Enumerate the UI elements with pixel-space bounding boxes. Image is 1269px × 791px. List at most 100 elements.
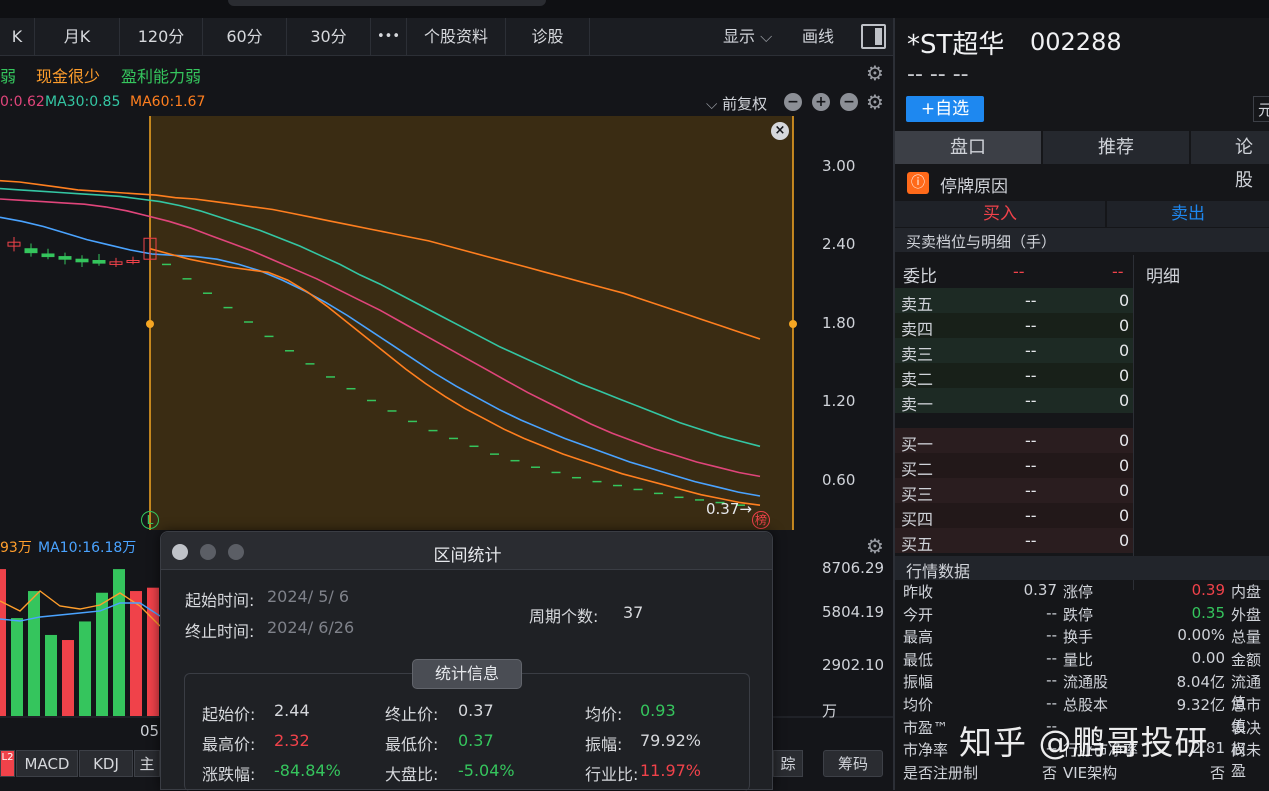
md-label: 今开 — [903, 605, 934, 624]
chip-button[interactable]: 筹码 — [823, 750, 883, 777]
tab-l2[interactable]: L2 — [0, 750, 15, 777]
orderbook-row[interactable]: 买二 -- 0 — [895, 453, 1133, 479]
collapse-icon[interactable]: − — [840, 93, 858, 111]
md-label: 总股本 — [1063, 696, 1109, 714]
level-price: -- — [1025, 341, 1037, 360]
tag-low-cash[interactable]: 现金很少 — [36, 63, 100, 87]
market-data-title: 行情数据 — [906, 562, 971, 581]
panel-divider — [893, 18, 895, 790]
volume-bar — [147, 587, 159, 716]
tag-weak[interactable]: 弱 — [0, 63, 16, 87]
tab-120min[interactable]: 120分 — [120, 18, 203, 56]
orderbook-row[interactable]: 买三 -- 0 — [895, 478, 1133, 504]
ma20-label: 0:0.62 — [0, 94, 45, 110]
volume-bar — [79, 621, 91, 716]
dialog-titlebar[interactable]: 区间统计 — [161, 532, 772, 570]
tab-macd[interactable]: MACD — [16, 750, 78, 777]
orderbook-title: 买卖档位与明细（手） — [906, 233, 1057, 251]
md-label: 跌停 — [1063, 605, 1094, 624]
level-volume: 0 — [1119, 431, 1130, 450]
tab-kdj[interactable]: KDJ — [79, 750, 133, 777]
weibi-ratio: -- — [1112, 262, 1124, 281]
tag-weak-profit[interactable]: 盈利能力弱 — [121, 63, 201, 87]
fuquan-dropdown[interactable]: ⌵ 前复权 — [706, 93, 767, 114]
level-volume: 0 — [1119, 391, 1130, 410]
buy-levels: 买一 -- 0 买二 -- 0 买三 -- 0 买四 -- 0 买五 -- 0 — [895, 428, 1133, 554]
tab-monthly-k[interactable]: 月K — [35, 18, 120, 56]
orderbook-row[interactable]: 卖一 -- 0 — [895, 388, 1133, 414]
show-label: 显示 — [723, 27, 756, 46]
orderbook-row[interactable]: 卖三 -- 0 — [895, 338, 1133, 364]
level-volume: 0 — [1119, 341, 1130, 360]
md-value: 0.37 — [1023, 581, 1057, 599]
tag-row: 弱 现金很少 盈利能力弱 ⚙ — [0, 58, 893, 88]
tab-30min[interactable]: 30分 — [287, 18, 371, 56]
gear-icon[interactable]: ⚙ — [866, 90, 884, 114]
tab-k[interactable]: K — [0, 18, 35, 56]
suspend-reason[interactable]: 停牌原因 — [940, 172, 1008, 197]
orderbook-row[interactable]: 买四 -- 0 — [895, 503, 1133, 529]
stat-value: 11.97% — [640, 761, 702, 780]
selection-region — [150, 116, 793, 530]
buy-button[interactable]: 买入 — [895, 201, 1105, 227]
level-price: -- — [1025, 531, 1037, 550]
stat-label: 大盘比: — [385, 765, 439, 784]
show-dropdown[interactable]: 显示 ⌵ — [723, 18, 772, 56]
tab-diagnose[interactable]: 诊股 — [506, 18, 590, 56]
md-label: 量比 — [1063, 650, 1094, 669]
tab-stock-info[interactable]: 个股资料 — [407, 18, 506, 56]
level-label: 买三 — [901, 485, 934, 504]
draw-line-button[interactable]: 画线 — [802, 18, 834, 56]
level-label: 卖二 — [901, 370, 934, 389]
last-price-label: 0.37→ — [706, 500, 752, 518]
tab-recommend[interactable]: 推荐 — [1043, 131, 1189, 164]
zoom-in-icon[interactable]: + — [812, 93, 830, 111]
md-label: 尚未盈 — [1231, 741, 1262, 781]
volume-legend: 93万 — [0, 540, 32, 556]
level-price: -- — [1025, 316, 1037, 335]
tab-60min[interactable]: 60分 — [203, 18, 287, 56]
md-label: 外盘 — [1231, 605, 1262, 624]
candle — [24, 248, 38, 254]
currency-label: 元 — [1253, 96, 1269, 122]
orderbook-row[interactable]: 卖四 -- 0 — [895, 313, 1133, 339]
md-label: 市净率 — [903, 741, 949, 760]
tab-discussion[interactable]: 论股 — [1191, 131, 1269, 191]
stats-info-button[interactable]: 统计信息 — [412, 659, 522, 689]
orderbook-row[interactable]: 卖五 -- 0 — [895, 288, 1133, 314]
add-watchlist-button[interactable]: +自选 — [906, 96, 984, 122]
orderbook-row[interactable]: 买五 -- 0 — [895, 528, 1133, 554]
more-button[interactable]: ••• — [371, 18, 407, 56]
stat-value: 2.32 — [274, 731, 310, 750]
stat-value: 0.37 — [458, 731, 494, 750]
stat-label: 最低价: — [385, 735, 439, 754]
gear-icon[interactable]: ⚙ — [866, 61, 884, 85]
kline-chart[interactable]: 3.00 2.40 1.80 1.20 0.60 0.37→ 榜 L × — [0, 116, 893, 530]
selection-handle — [146, 320, 154, 328]
tab-main[interactable]: 主 — [134, 750, 160, 777]
stat-value: 2.44 — [274, 701, 310, 720]
weibi-label: 委比 — [903, 267, 937, 287]
track-button[interactable]: 踪 — [773, 750, 803, 777]
price-tick: 3.00 — [822, 157, 856, 175]
orderbook-row[interactable]: 买一 -- 0 — [895, 428, 1133, 454]
weibi-value: -- — [1013, 262, 1025, 281]
md-label: 振幅 — [903, 673, 934, 692]
gear-icon[interactable]: ⚙ — [866, 534, 884, 558]
sell-button[interactable]: 卖出 — [1107, 201, 1269, 227]
md-label: 市盈™ — [903, 718, 949, 737]
fire-icon: ⓘ — [907, 172, 929, 194]
price-tick: 1.20 — [822, 392, 856, 410]
orderbook-row[interactable]: 卖二 -- 0 — [895, 363, 1133, 389]
md-value: 否 — [1209, 763, 1225, 782]
bang-badge[interactable]: 榜 — [752, 511, 770, 529]
md-label: 内盘 — [1231, 583, 1262, 601]
stat-value: -84.84% — [274, 761, 341, 780]
tab-pankou[interactable]: 盘口 — [895, 131, 1041, 164]
sidebar-toggle-icon[interactable] — [861, 24, 886, 49]
zoom-out-icon[interactable]: − — [784, 93, 802, 111]
candle — [75, 258, 89, 263]
ma10-volume-label: MA10:16.18万 — [38, 540, 137, 556]
price-tick: 2.40 — [822, 235, 856, 253]
close-icon[interactable]: × — [771, 122, 789, 140]
